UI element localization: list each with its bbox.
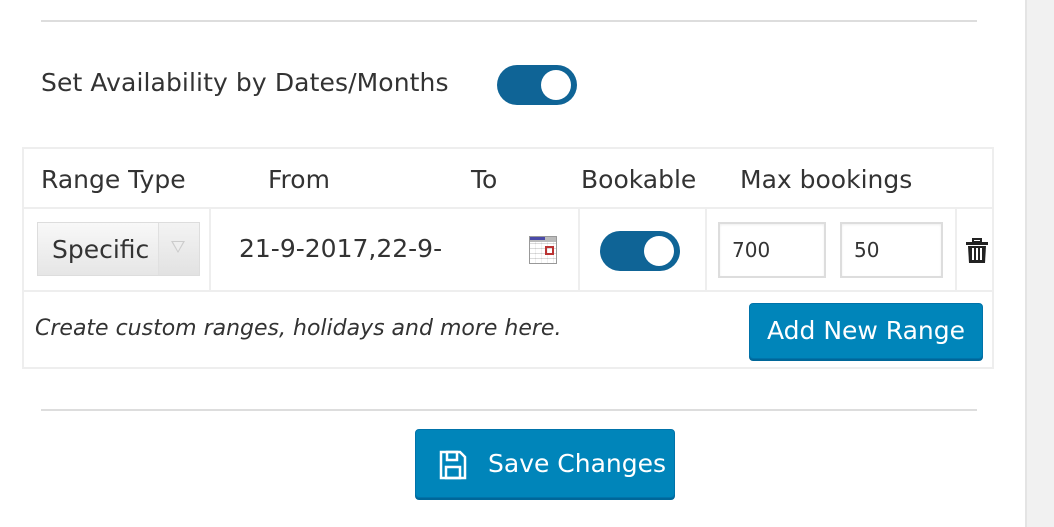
- max-bookings-per-day-input[interactable]: 50: [840, 222, 943, 278]
- row-divider: [24, 207, 992, 209]
- toggle-knob: [541, 70, 571, 100]
- save-changes-label: Save Changes: [488, 449, 667, 478]
- trash-icon[interactable]: [966, 238, 988, 264]
- side-panel: [1025, 0, 1054, 527]
- dates-input[interactable]: 21-9-2017,22-9-: [239, 234, 442, 263]
- header-max-bookings: Max bookings: [740, 165, 913, 194]
- section-title: Set Availability by Dates/Months: [41, 68, 449, 97]
- hint-text: Create custom ranges, holidays and more …: [35, 316, 562, 341]
- chevron-down-icon: [171, 241, 185, 253]
- calendar-icon[interactable]: [529, 236, 557, 264]
- col-divider: [955, 209, 957, 291]
- max-bookings-input[interactable]: 700: [718, 222, 826, 278]
- range-type-value: Specific: [52, 235, 150, 264]
- divider-bottom: [41, 409, 977, 411]
- row-divider: [24, 290, 992, 292]
- header-to: To: [471, 165, 498, 194]
- col-divider: [705, 209, 707, 291]
- header-bookable: Bookable: [581, 165, 697, 194]
- save-changes-button[interactable]: Save Changes: [415, 429, 675, 498]
- add-new-range-button[interactable]: Add New Range: [749, 303, 983, 359]
- header-from: From: [268, 165, 330, 194]
- bookable-toggle[interactable]: [600, 231, 680, 271]
- divider-top: [41, 20, 977, 22]
- col-divider: [578, 209, 580, 291]
- save-icon: [439, 450, 467, 480]
- header-range-type: Range Type: [41, 165, 186, 194]
- toggle-knob: [644, 236, 674, 266]
- col-divider: [209, 209, 211, 291]
- availability-toggle[interactable]: [497, 65, 577, 105]
- range-type-select[interactable]: Specific: [37, 222, 200, 276]
